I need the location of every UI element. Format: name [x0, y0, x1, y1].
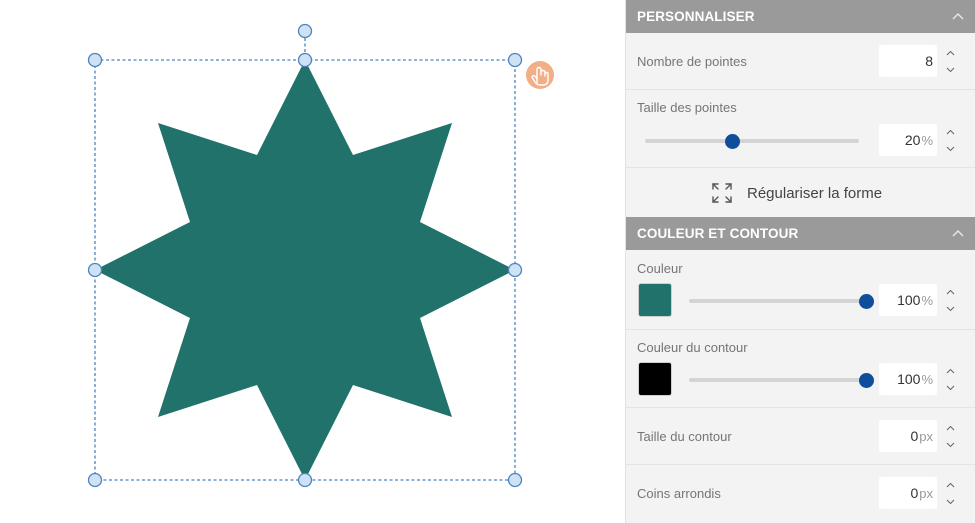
corner-radius-stepper: [938, 476, 963, 510]
row-couleur: Couleur 100%: [626, 250, 975, 330]
stepper-down-button[interactable]: [938, 379, 963, 396]
stroke-opacity-stepper: [938, 362, 963, 396]
chevron-down-icon: [946, 385, 955, 390]
stepper-up-button[interactable]: [938, 44, 963, 61]
input-value: 20%: [904, 132, 933, 148]
section-title: PERSONNALISER: [637, 9, 755, 24]
stroke-opacity-input[interactable]: 100%: [879, 363, 937, 395]
point-size-input[interactable]: 20%: [879, 124, 937, 156]
stroke-opacity-slider[interactable]: [689, 378, 866, 382]
chevron-up-icon: [946, 425, 955, 430]
fill-opacity-input[interactable]: 100%: [879, 284, 937, 316]
chevron-down-icon: [946, 442, 955, 447]
drawing-canvas[interactable]: [0, 0, 625, 523]
hand-pointer-icon: [526, 61, 554, 89]
properties-panel: PERSONNALISER Nombre de pointes 8 Taille…: [625, 0, 975, 523]
chevron-up-icon: [946, 50, 955, 55]
row-couleur-du-contour: Couleur du contour 100%: [626, 330, 975, 408]
resize-handle-right[interactable]: [507, 262, 523, 278]
resize-handle-top-left[interactable]: [87, 52, 103, 68]
stepper-up-button[interactable]: [938, 123, 963, 140]
field-label: Coins arrondis: [637, 486, 721, 501]
point-size-stepper: [938, 123, 963, 157]
stroke-width-stepper: [938, 419, 963, 453]
chevron-down-icon: [946, 146, 955, 151]
chevron-up-icon: [946, 482, 955, 487]
field-label: Taille du contour: [637, 429, 732, 444]
stepper-up-button[interactable]: [938, 362, 963, 379]
stroke-color-swatch[interactable]: [638, 362, 672, 396]
chevron-up-icon: [946, 289, 955, 294]
input-value: 0px: [910, 428, 933, 444]
resize-handle-top[interactable]: [297, 52, 313, 68]
slider-thumb[interactable]: [858, 294, 874, 309]
stepper-down-button[interactable]: [938, 436, 963, 453]
fill-opacity-slider[interactable]: [689, 299, 866, 303]
slider-thumb[interactable]: [858, 373, 874, 388]
corner-radius-input[interactable]: 0px: [879, 477, 937, 509]
stepper-down-button[interactable]: [938, 61, 963, 78]
section-title: COULEUR ET CONTOUR: [637, 226, 799, 241]
stepper-up-button[interactable]: [938, 419, 963, 436]
resize-handle-bottom-left[interactable]: [87, 472, 103, 488]
field-label: Couleur du contour: [637, 340, 748, 355]
chevron-up-icon[interactable]: [952, 228, 964, 238]
slider-thumb[interactable]: [725, 134, 741, 149]
stroke-width-input[interactable]: 0px: [879, 420, 937, 452]
section-header-personnaliser[interactable]: PERSONNALISER: [626, 0, 975, 33]
expand-icon: [712, 183, 732, 203]
chevron-down-icon: [946, 67, 955, 72]
stepper-up-button[interactable]: [938, 476, 963, 493]
regularize-label: Régulariser la forme: [747, 184, 883, 202]
input-value: 8: [925, 53, 933, 69]
stepper-down-button[interactable]: [938, 493, 963, 510]
input-value: 100%: [897, 292, 933, 308]
field-label: Nombre de pointes: [637, 54, 747, 69]
resize-handle-bottom-right[interactable]: [507, 472, 523, 488]
resize-handle-bottom[interactable]: [297, 472, 313, 488]
chevron-down-icon: [946, 499, 955, 504]
chevron-up-icon[interactable]: [952, 11, 964, 21]
fill-opacity-stepper: [938, 283, 963, 317]
rotation-handle[interactable]: [297, 23, 313, 39]
points-count-stepper: [938, 44, 963, 78]
points-count-input[interactable]: 8: [879, 45, 937, 77]
resize-handle-top-right[interactable]: [507, 52, 523, 68]
point-size-slider[interactable]: [645, 139, 859, 143]
row-coins-arrondis: Coins arrondis 0px: [626, 465, 975, 523]
star-shape[interactable]: [95, 60, 515, 480]
row-taille-des-pointes: Taille des pointes 20%: [626, 90, 975, 168]
stepper-down-button[interactable]: [938, 300, 963, 317]
fill-color-swatch[interactable]: [638, 283, 672, 317]
input-value: 0px: [910, 485, 933, 501]
chevron-up-icon: [946, 129, 955, 134]
canvas-svg: [87, 23, 554, 488]
field-label: Taille des pointes: [637, 100, 737, 115]
regularize-shape-button[interactable]: Régulariser la forme: [711, 180, 882, 206]
stepper-down-button[interactable]: [938, 140, 963, 157]
field-label: Couleur: [637, 261, 683, 276]
chevron-up-icon: [946, 368, 955, 373]
section-header-couleur-contour[interactable]: COULEUR ET CONTOUR: [626, 217, 975, 250]
row-taille-du-contour: Taille du contour 0px: [626, 408, 975, 465]
chevron-down-icon: [946, 306, 955, 311]
input-value: 100%: [897, 371, 933, 387]
row-nombre-de-pointes: Nombre de pointes 8: [626, 33, 975, 90]
stepper-up-button[interactable]: [938, 283, 963, 300]
resize-handle-left[interactable]: [87, 262, 103, 278]
